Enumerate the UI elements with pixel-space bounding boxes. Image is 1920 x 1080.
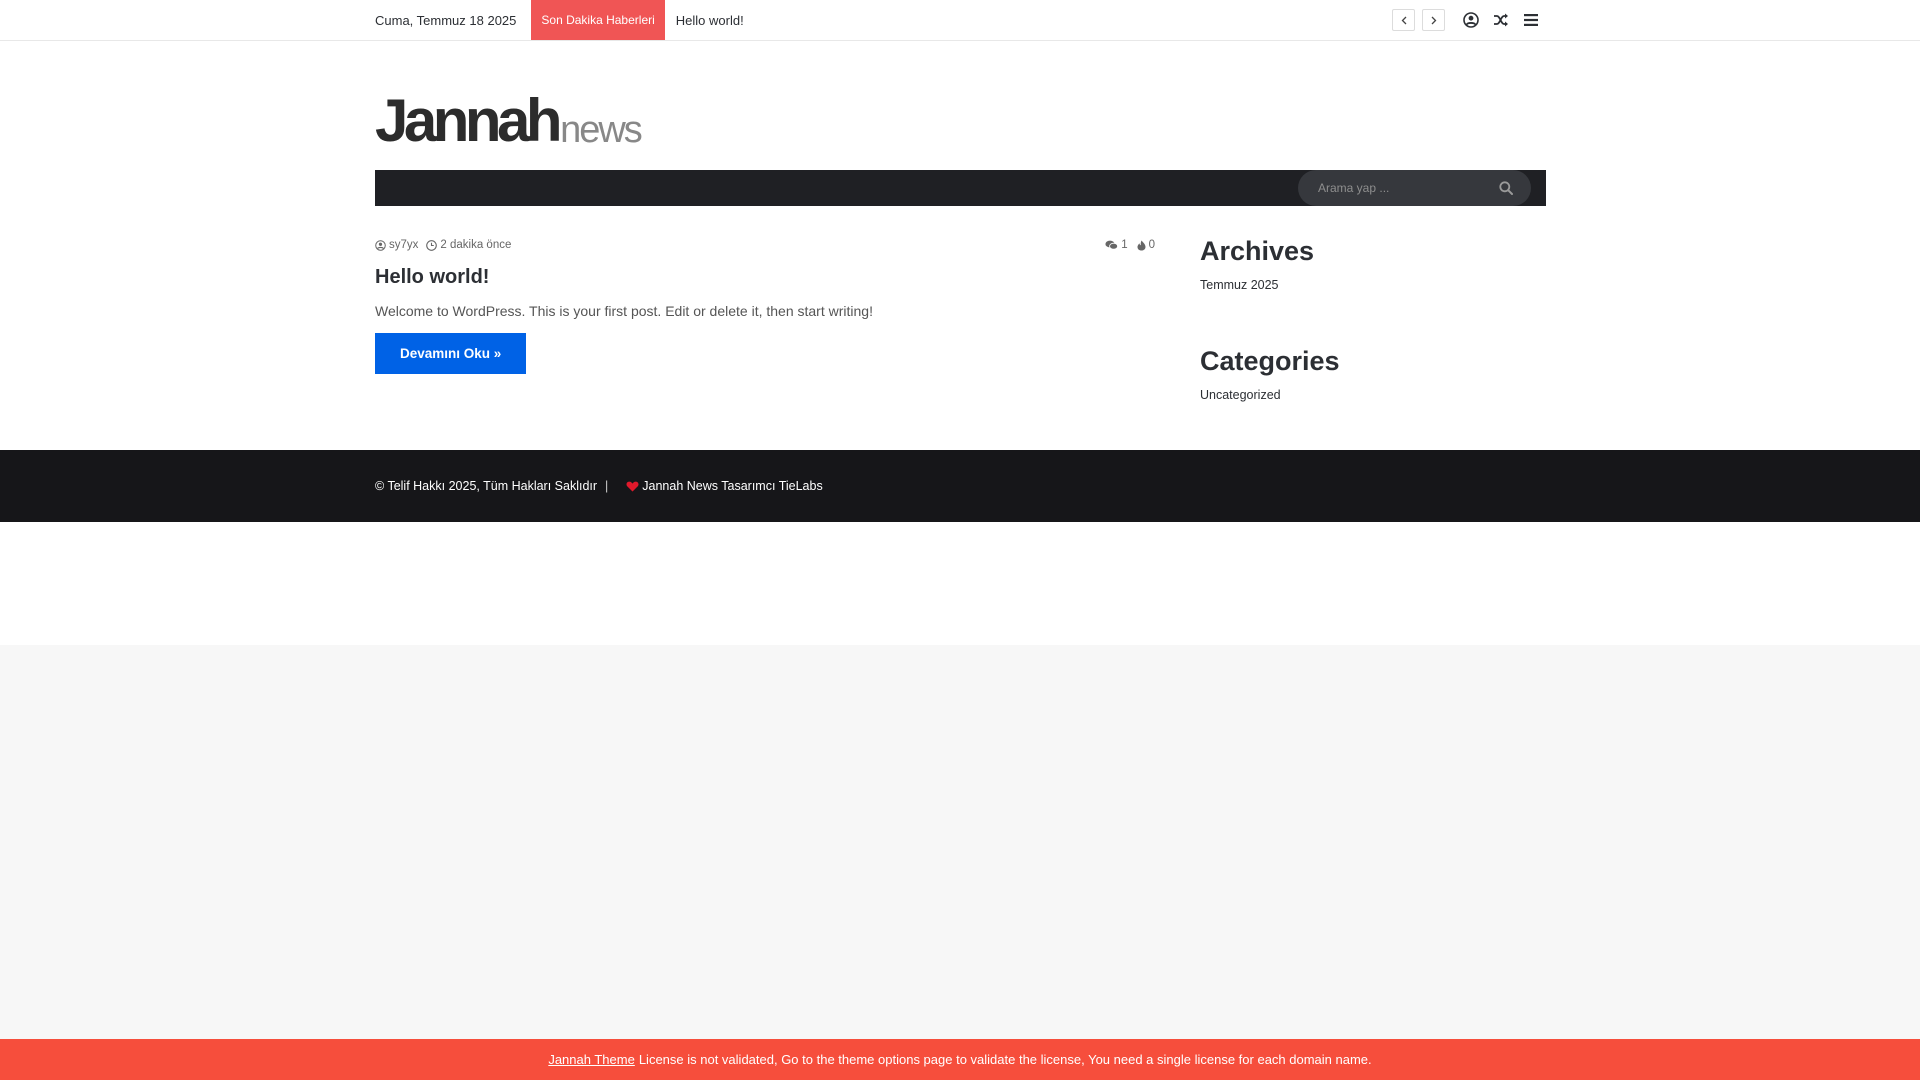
post-views: 0	[1137, 239, 1155, 251]
main-nav	[375, 170, 1546, 206]
breaking-next-button[interactable]	[1422, 9, 1445, 31]
login-button[interactable]	[1456, 5, 1486, 35]
fire-icon	[1137, 240, 1146, 250]
clock-icon	[426, 239, 438, 251]
post-title[interactable]: Hello world!	[375, 266, 1155, 289]
post-time-text: 2 dakika önce	[440, 239, 512, 251]
archives-widget: Archives Temmuz 2025	[1200, 236, 1546, 293]
site-footer: © Telif Hakkı 2025, Tüm Hakları Saklıdır…	[0, 450, 1920, 522]
post-meta: sy7yx 2 dakika önce 1 0	[375, 238, 1155, 252]
user-icon	[375, 239, 386, 251]
logo-main-text: Jannah	[375, 87, 563, 154]
category-link[interactable]: Uncategorized	[1200, 388, 1546, 402]
random-post-button[interactable]	[1486, 5, 1516, 35]
post-author-name: sy7yx	[389, 239, 419, 251]
hamburger-menu-icon	[1524, 14, 1538, 26]
footer-separator: |	[605, 479, 609, 493]
copyright-text: © Telif Hakkı 2025, Tüm Hakları Saklıdır	[375, 479, 598, 493]
site-header: Jannah news	[0, 41, 1920, 206]
archives-link[interactable]: Temmuz 2025	[1200, 278, 1546, 292]
comment-count: 1	[1121, 239, 1128, 251]
site-logo[interactable]: Jannah news	[375, 81, 643, 154]
search-form	[1298, 170, 1531, 206]
blank-area	[0, 522, 1920, 645]
license-message: License is not validated, Go to the them…	[638, 1052, 1372, 1067]
main-content: sy7yx 2 dakika önce 1 0 Hello world! Wel…	[0, 206, 1920, 450]
license-theme-link[interactable]: Jannah Theme	[548, 1052, 635, 1067]
comments-icon	[1105, 240, 1119, 250]
search-button[interactable]	[1491, 181, 1521, 195]
shuffle-icon	[1494, 13, 1508, 27]
read-more-button[interactable]: Devamını Oku »	[375, 333, 527, 374]
search-input[interactable]	[1298, 170, 1488, 206]
post-date: 2 dakika önce	[426, 239, 511, 251]
chevron-right-icon	[1431, 16, 1436, 24]
license-notice-bar: Jannah Theme License is not validated, G…	[0, 1039, 1920, 1080]
post-author[interactable]: sy7yx	[375, 239, 418, 251]
top-bar: Cuma, Temmuz 18 2025 Son Dakika Haberler…	[0, 0, 1920, 41]
archives-title: Archives	[1200, 236, 1315, 266]
post-excerpt: Welcome to WordPress. This is your first…	[375, 303, 873, 319]
footer-credit-link[interactable]: Jannah News Tasarımcı TieLabs	[642, 479, 822, 493]
breaking-news-label: Son Dakika Haberleri	[531, 0, 665, 40]
logo-sub-text: news	[560, 109, 643, 151]
user-circle-icon	[1463, 12, 1479, 28]
breaking-prev-button[interactable]	[1392, 9, 1415, 31]
chevron-left-icon	[1401, 16, 1406, 24]
categories-title: Categories	[1200, 346, 1340, 376]
heart-icon	[626, 481, 639, 492]
view-count: 0	[1148, 239, 1155, 251]
search-icon	[1499, 181, 1513, 195]
post-comments[interactable]: 1	[1105, 239, 1128, 251]
sidebar-menu-button[interactable]	[1516, 5, 1546, 35]
post-card: sy7yx 2 dakika önce 1 0 Hello world! Wel…	[375, 238, 1155, 374]
categories-widget: Categories Uncategorized	[1200, 346, 1546, 403]
sidebar: Archives Temmuz 2025 Categories Uncatego…	[1200, 236, 1546, 403]
breaking-news-item[interactable]: Hello world!	[676, 13, 744, 28]
current-date: Cuma, Temmuz 18 2025	[375, 12, 517, 28]
